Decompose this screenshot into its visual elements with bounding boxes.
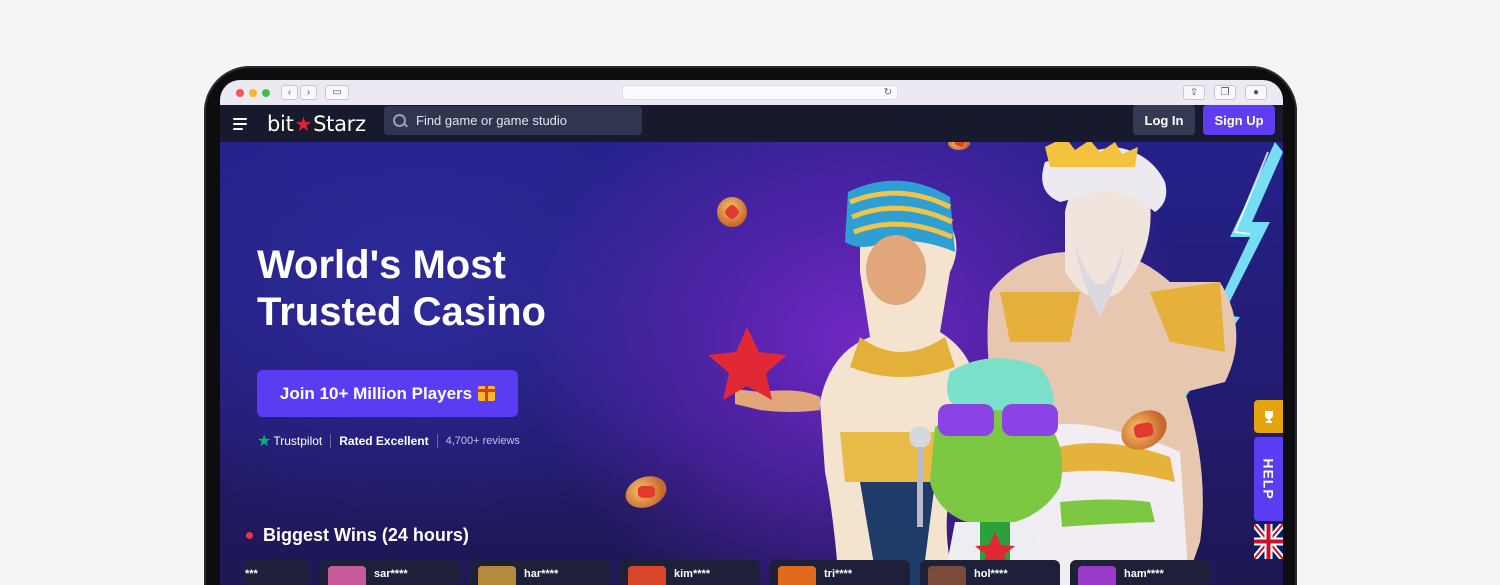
hero-title-line2: Trusted Casino xyxy=(257,290,546,334)
help-label: HELP xyxy=(1260,458,1277,500)
game-thumbnail xyxy=(628,566,666,585)
win-username: kim**** xyxy=(674,568,711,580)
browser-toolbar: ‹ › ▭ ↻ ⇪ ❐ ● xyxy=(220,80,1283,105)
close-window-button[interactable] xyxy=(236,88,244,97)
biggest-wins-header: Biggest Wins (24 hours) xyxy=(246,525,469,546)
site-header: bit ★ Starz Find game or game studio Log… xyxy=(220,105,1283,142)
page-background: ‹ › ▭ ↻ ⇪ ❐ ● bit ★ Starz Find game or g… xyxy=(0,0,1500,585)
minimize-window-button[interactable] xyxy=(249,88,257,97)
join-players-button[interactable]: Join 10+ Million Players xyxy=(257,370,518,417)
trophy-icon[interactable] xyxy=(1254,400,1283,433)
reload-icon[interactable]: ↻ xyxy=(884,86,892,99)
search-icon xyxy=(393,113,407,128)
download-icon[interactable]: ● xyxy=(1245,85,1267,100)
win-card[interactable]: tri**** xyxy=(770,560,910,585)
menu-icon[interactable] xyxy=(233,117,247,130)
win-card[interactable]: *** xyxy=(245,560,310,585)
logo-text-right: Starz xyxy=(313,111,366,136)
login-button[interactable]: Log In xyxy=(1133,105,1195,135)
trustpilot-star-icon: ★ xyxy=(257,433,272,450)
trustpilot-label: Trustpilot xyxy=(273,434,323,448)
win-card[interactable]: har**** xyxy=(470,560,610,585)
divider xyxy=(330,434,332,448)
search-input[interactable]: Find game or game studio xyxy=(384,106,642,135)
sidebar-toggle-icon[interactable]: ▭ xyxy=(325,85,349,100)
biggest-wins-list: *** sar**** har**** kim**** tri**** hol*… xyxy=(245,560,1210,585)
win-username: tri**** xyxy=(824,568,853,580)
win-card[interactable]: sar**** xyxy=(320,560,460,585)
divider xyxy=(436,434,438,448)
help-tab[interactable]: HELP xyxy=(1254,437,1283,521)
win-username: *** xyxy=(245,568,258,580)
game-thumbnail xyxy=(478,566,516,585)
win-card[interactable]: ham**** xyxy=(1070,560,1210,585)
win-card[interactable]: hol**** xyxy=(920,560,1060,585)
hero-banner: World's Most Trusted Casino Join 10+ Mil… xyxy=(220,142,1283,585)
win-card[interactable]: kim**** xyxy=(620,560,760,585)
logo-star-icon: ★ xyxy=(294,111,313,136)
game-thumbnail xyxy=(1078,566,1116,585)
hero-artwork xyxy=(708,142,1283,585)
join-button-label: Join 10+ Million Players xyxy=(279,383,473,403)
reviews-count: 4,700+ reviews xyxy=(445,435,520,447)
trustpilot-rating[interactable]: ★ Trustpilot Rated Excellent 4,700+ revi… xyxy=(257,431,520,451)
bitstarz-logo[interactable]: bit ★ Starz xyxy=(267,112,366,136)
win-username: har**** xyxy=(524,568,559,580)
laptop-screen: ‹ › ▭ ↻ ⇪ ❐ ● bit ★ Starz Find game or g… xyxy=(220,80,1283,585)
search-placeholder: Find game or game studio xyxy=(416,113,568,128)
history-nav: ‹ › xyxy=(281,85,317,100)
game-thumbnail xyxy=(928,566,966,585)
back-button[interactable]: ‹ xyxy=(281,85,298,100)
rating-text: Rated Excellent xyxy=(339,434,429,448)
signup-button[interactable]: Sign Up xyxy=(1203,105,1275,135)
win-username: hol**** xyxy=(974,568,1008,580)
game-thumbnail xyxy=(778,566,816,585)
share-icon[interactable]: ⇪ xyxy=(1183,85,1205,100)
hero-title: World's Most Trusted Casino xyxy=(257,242,597,336)
window-controls xyxy=(236,88,270,97)
hero-title-line1: World's Most xyxy=(257,243,506,287)
address-bar[interactable]: ↻ xyxy=(622,85,898,100)
win-username: sar**** xyxy=(374,568,408,580)
logo-text-left: bit xyxy=(267,111,294,136)
win-username: ham**** xyxy=(1124,568,1164,580)
maximize-window-button[interactable] xyxy=(262,88,270,97)
biggest-wins-title: Biggest Wins (24 hours) xyxy=(263,525,469,545)
uk-flag-icon[interactable] xyxy=(1254,524,1283,559)
forward-button[interactable]: › xyxy=(300,85,317,100)
tabs-icon[interactable]: ❐ xyxy=(1214,85,1236,100)
game-thumbnail xyxy=(328,566,366,585)
live-indicator-icon xyxy=(246,532,253,539)
toolbar-actions: ⇪ ❐ ● xyxy=(1183,85,1267,100)
gift-icon xyxy=(477,386,497,401)
trophy-glyph xyxy=(1264,410,1273,423)
